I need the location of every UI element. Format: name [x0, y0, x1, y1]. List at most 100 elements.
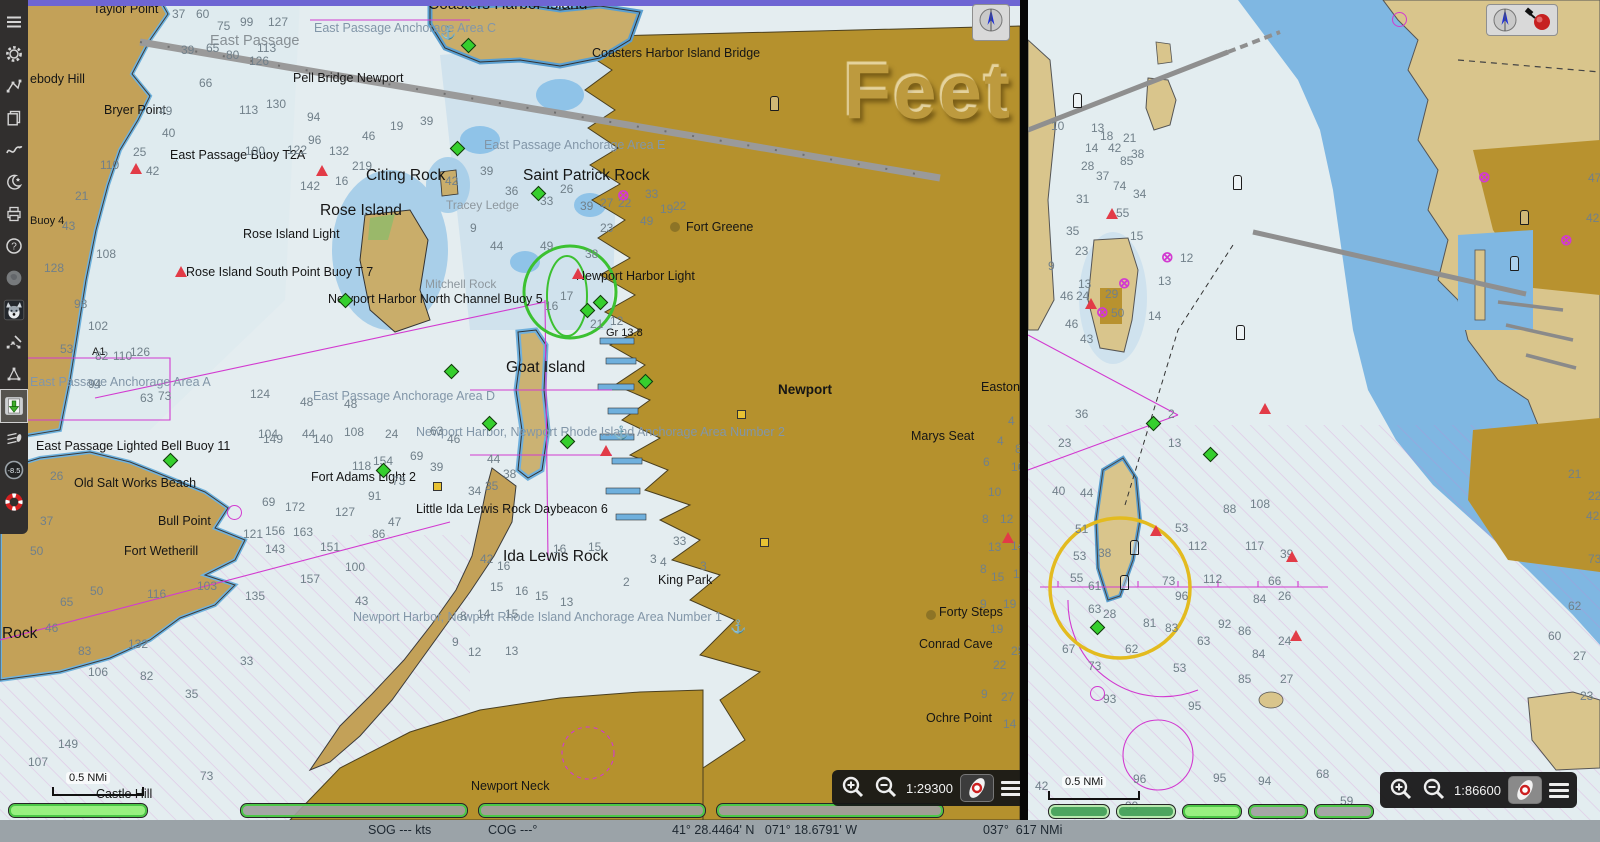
- depth-sounding: 39: [580, 200, 593, 212]
- gear-icon: [5, 45, 23, 63]
- left-compass-button[interactable]: [972, 4, 1010, 41]
- chart-menu-button[interactable]: [1001, 781, 1020, 796]
- depth-sounding: 113: [239, 104, 258, 116]
- chart-bar[interactable]: [8, 803, 148, 818]
- route-create-button[interactable]: [1, 70, 27, 102]
- print-button[interactable]: [1, 198, 27, 230]
- chart-bar[interactable]: [1314, 804, 1374, 819]
- globe-disabled-button[interactable]: [1, 262, 27, 294]
- tri-symbol: [1002, 532, 1014, 543]
- depth-sounding: 100: [345, 561, 365, 573]
- profile-husky-button[interactable]: [1, 294, 27, 326]
- diamond-symbol: [1203, 447, 1219, 463]
- depth-sounding: 14: [1148, 310, 1161, 322]
- measure-network-button[interactable]: [1, 358, 27, 390]
- sos-button[interactable]: [1, 486, 27, 518]
- depth-sounding: 219: [352, 160, 372, 172]
- map-label: ebody Hill: [30, 73, 85, 86]
- depth-sounding: 6: [983, 456, 990, 468]
- chart-bar[interactable]: [1048, 804, 1110, 819]
- right-chart-overlay: 1013182114423885283774343155153523129134…: [1028, 0, 1600, 820]
- depth-sounding: 14: [477, 608, 490, 620]
- depth-sounding: 108: [96, 248, 116, 260]
- tower-symbol: [1120, 575, 1129, 590]
- chart-bar[interactable]: [1182, 804, 1242, 819]
- depth-sounding: 132: [329, 145, 349, 157]
- zoom-out-button[interactable]: [873, 775, 899, 801]
- tri-symbol: [1150, 525, 1162, 536]
- menu-button[interactable]: [1, 6, 27, 38]
- tower-symbol: [1233, 175, 1242, 190]
- depth-sounding: 13: [988, 541, 1001, 553]
- zoom-in-button[interactable]: [1388, 777, 1414, 803]
- tower-symbol: [770, 96, 779, 111]
- depth-offset-button[interactable]: -8.5: [1, 454, 27, 486]
- depth-sounding: 42: [1035, 780, 1048, 792]
- map-label: East Passage Lighted Bell Buoy 11: [36, 440, 230, 453]
- zoom-in-button[interactable]: [840, 775, 866, 801]
- chart-bar[interactable]: [1248, 804, 1308, 819]
- depth-sounding: 46: [1065, 318, 1078, 330]
- depth-sounding: 16: [545, 300, 558, 312]
- compass-button[interactable]: [1491, 7, 1519, 33]
- chart-menu-button[interactable]: [1549, 783, 1569, 798]
- depth-sounding: 36: [505, 185, 518, 197]
- depth-sounding: 21: [75, 190, 88, 202]
- depth-sounding: 12: [1180, 252, 1193, 264]
- depth-sounding: 39: [480, 165, 493, 177]
- map-label: Easton B: [981, 381, 1020, 394]
- depth-sounding: 96: [1175, 590, 1188, 602]
- wreck-symbol: ⊗: [1478, 170, 1491, 185]
- wreck-symbol: ⊗: [1560, 233, 1573, 248]
- tower-symbol: [1073, 93, 1082, 108]
- map-label: Gr 13.8: [606, 328, 643, 339]
- depth-sounding: 9: [470, 222, 477, 234]
- depth-sounding: 51: [1075, 523, 1088, 535]
- center-on-boat-button[interactable]: [960, 774, 994, 802]
- depth-sounding: 149: [263, 433, 283, 445]
- chart-bar[interactable]: [478, 803, 706, 818]
- grib-layers-button[interactable]: [1, 422, 27, 454]
- depth-sounding: 126: [130, 346, 150, 358]
- depth-sounding: 49: [540, 240, 553, 252]
- diamond-symbol: [593, 295, 609, 311]
- chart-bar[interactable]: [1116, 804, 1176, 819]
- depth-sounding: 47: [388, 516, 401, 528]
- left-chart-panel[interactable]: Taylor PointCoasters Harbor IslandEast P…: [0, 0, 1020, 820]
- track-draw-button[interactable]: [1, 134, 27, 166]
- depth-sounding: 4: [1008, 415, 1015, 427]
- depth-sounding: 117: [1245, 540, 1264, 552]
- husky-avatar: [3, 299, 25, 321]
- diamond-symbol: [450, 141, 466, 157]
- night-mode-button[interactable]: [1, 166, 27, 198]
- help-button[interactable]: ?: [1, 230, 27, 262]
- depth-sounding: 14: [1003, 718, 1016, 730]
- depth-sounding: 43: [62, 220, 75, 232]
- pin-position-button[interactable]: [1523, 7, 1553, 33]
- panel-divider[interactable]: [1020, 0, 1028, 820]
- depth-sounding: 40: [162, 127, 175, 139]
- route-edit-button[interactable]: [1, 326, 27, 358]
- depth-sounding: 27: [1280, 673, 1293, 685]
- zoom-out-button[interactable]: [1421, 777, 1447, 803]
- depth-sounding: 50: [90, 585, 103, 597]
- map-label: Newport Harbor Light: [576, 270, 695, 283]
- depth-sounding: 26: [1278, 590, 1291, 602]
- right-chart-panel[interactable]: 1013182114423885283774343155153523129134…: [1028, 0, 1600, 820]
- map-label: Buoy 4: [30, 216, 64, 227]
- dot-symbol: [670, 222, 680, 232]
- center-on-boat-button[interactable]: [1508, 776, 1542, 804]
- depth-sounding: 13: [1158, 275, 1171, 287]
- settings-button[interactable]: [1, 38, 27, 70]
- depth-sounding: 140: [313, 433, 333, 445]
- map-label: Newport Harbor, Newport Rhode Island Anc…: [353, 611, 722, 624]
- tri-symbol: [175, 266, 187, 277]
- chart-bar[interactable]: [240, 803, 468, 818]
- depth-sounding: 66: [199, 77, 212, 89]
- download-charts-button[interactable]: [1, 390, 27, 422]
- pages-button[interactable]: [1, 102, 27, 134]
- depth-sounding: 112: [1188, 540, 1207, 552]
- tower-symbol: [1520, 210, 1529, 225]
- depth-sounding: 62: [1568, 600, 1581, 612]
- depth-sounding: 156: [265, 525, 285, 537]
